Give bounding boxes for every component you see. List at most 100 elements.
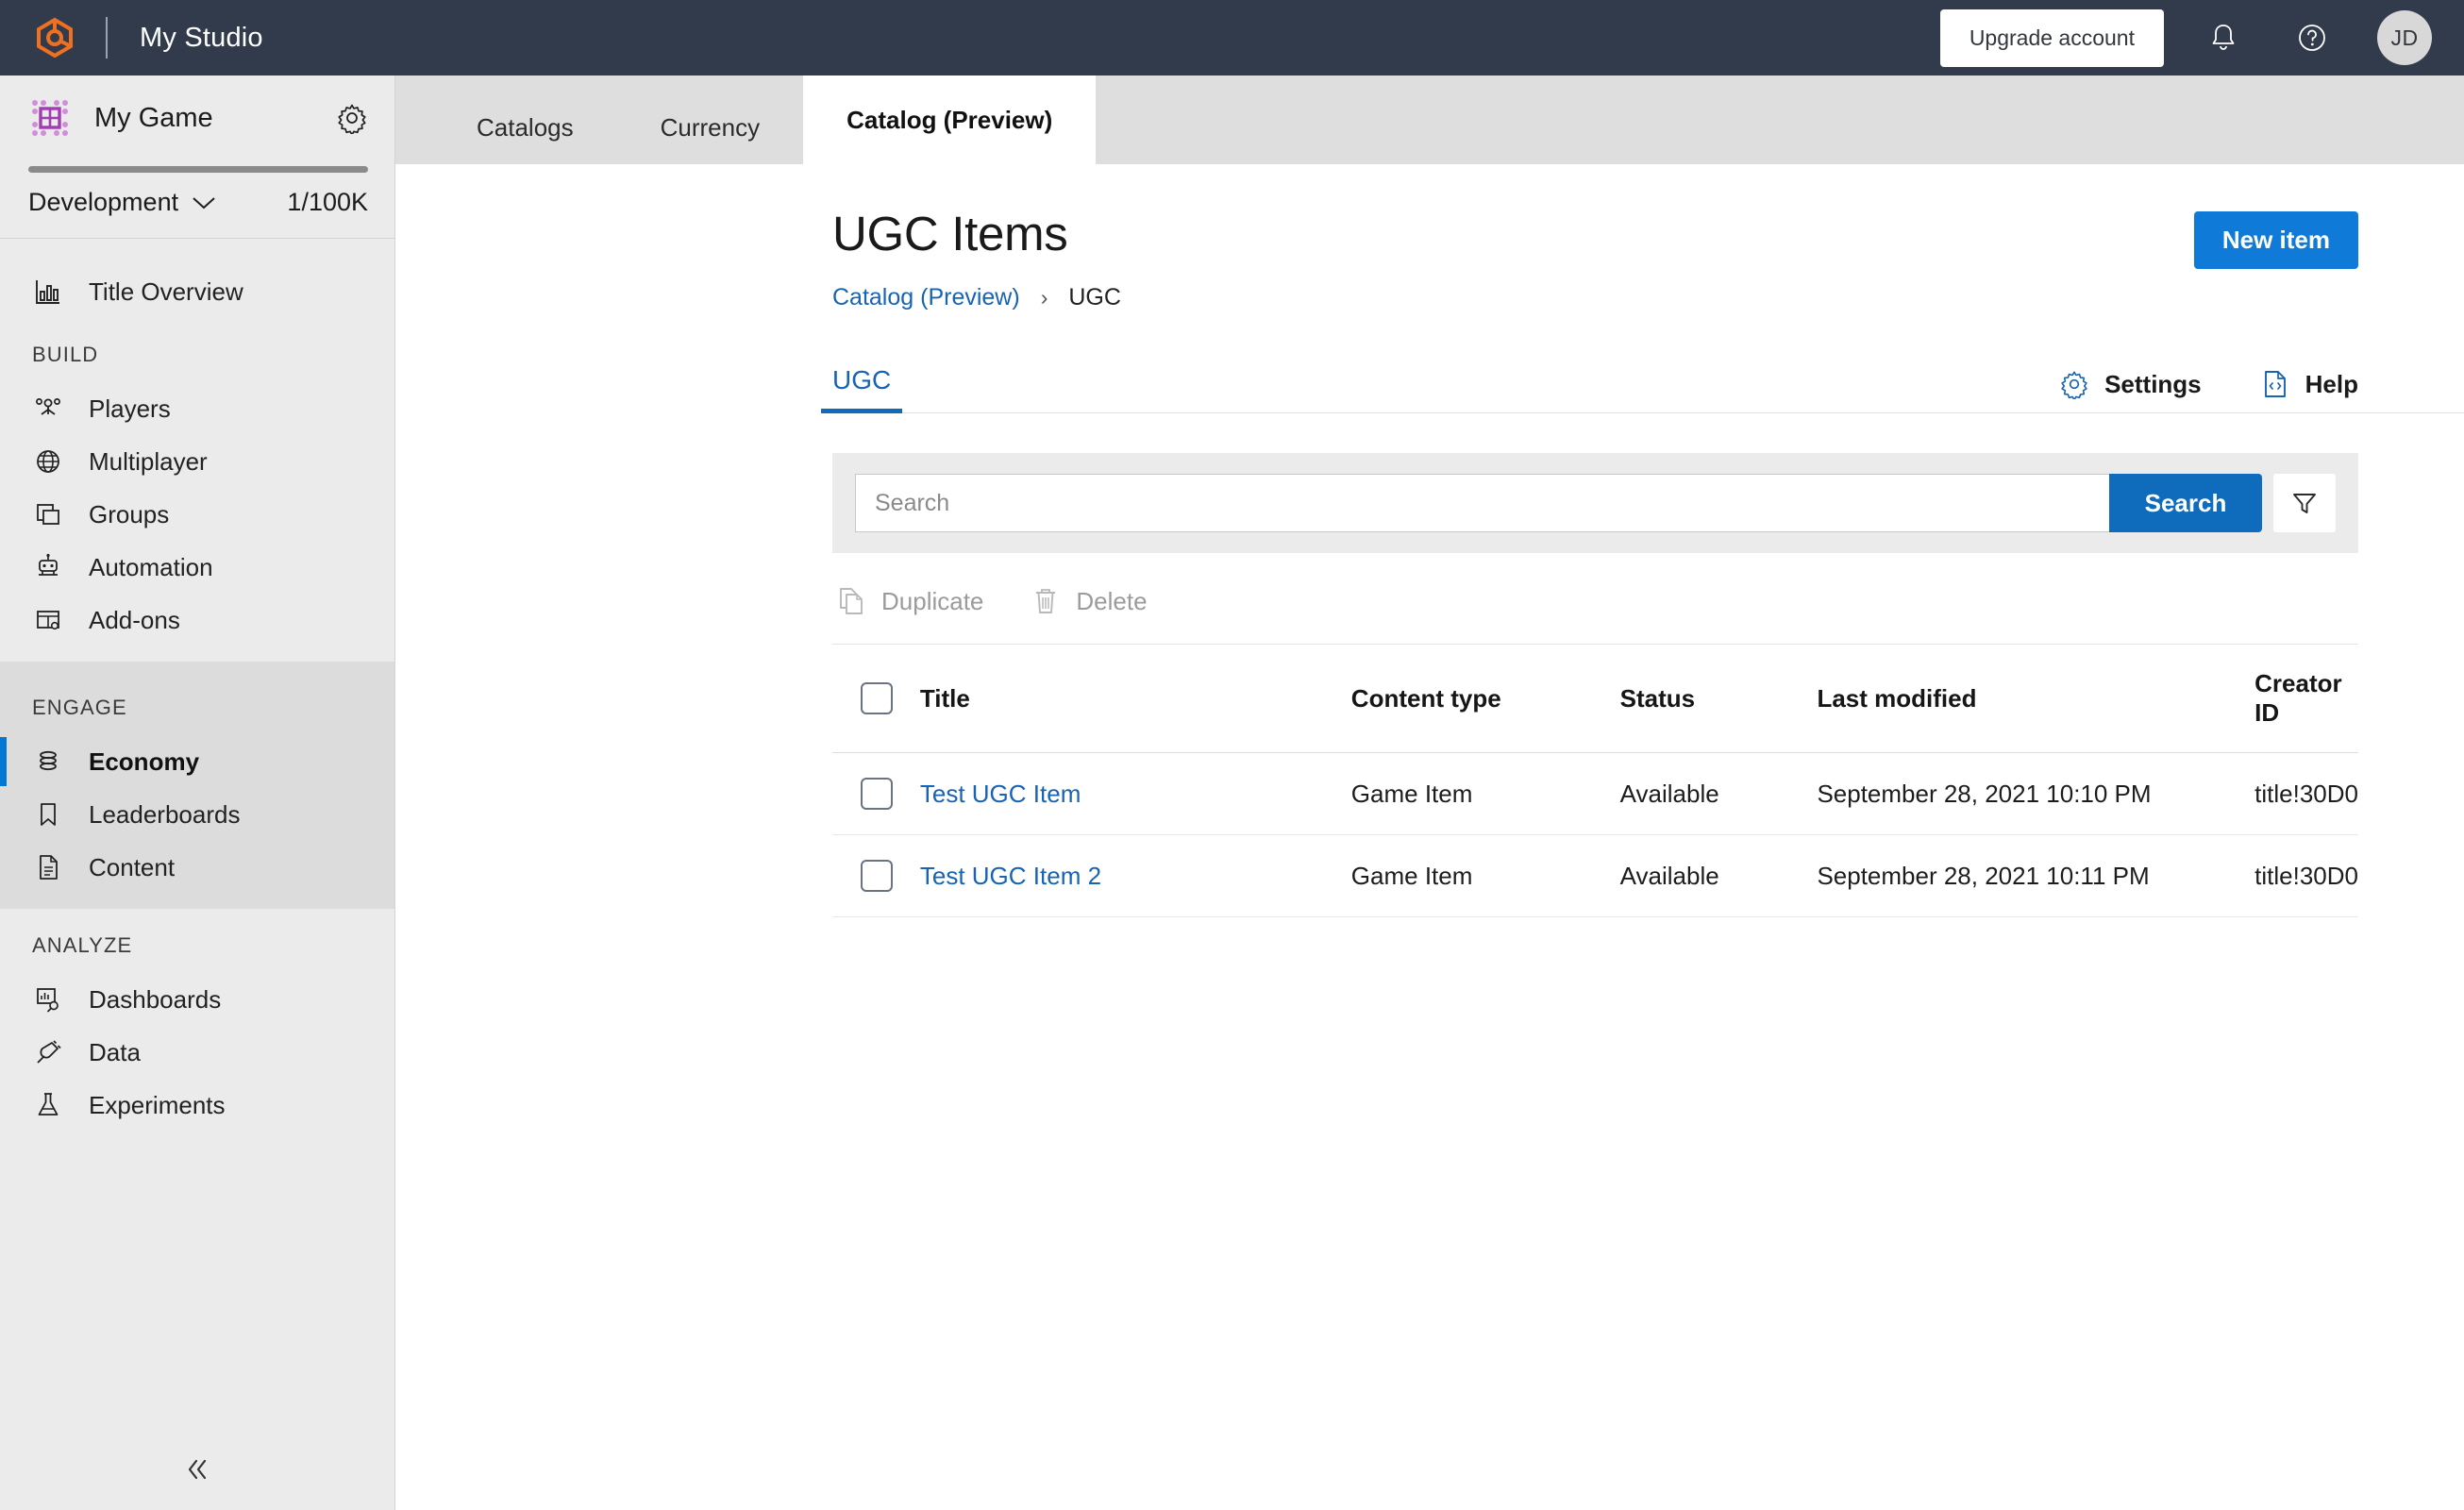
gear-icon (2059, 369, 2089, 399)
tab-catalogs[interactable]: Catalogs (433, 91, 617, 164)
studio-title: My Studio (140, 22, 263, 53)
addon-table-icon (32, 604, 64, 636)
game-name: My Game (94, 102, 213, 133)
environment-selector[interactable]: Development 1/100K (0, 173, 394, 238)
tab-ugc[interactable]: UGC (820, 365, 903, 413)
question-circle-icon[interactable] (2283, 8, 2341, 67)
duplicate-button[interactable]: Duplicate (836, 585, 983, 617)
studio-logo-icon (34, 17, 75, 59)
cell-last-modified: September 28, 2021 10:10 PM (1817, 752, 2255, 835)
sidebar-item-content[interactable]: Content (0, 841, 394, 894)
page-title: UGC Items (832, 207, 1068, 260)
game-grid-icon (28, 96, 72, 140)
game-header: My Game (0, 76, 394, 157)
sidebar-item-leaderboards[interactable]: Leaderboards (0, 788, 394, 841)
row-checkbox[interactable] (861, 778, 893, 810)
cell-creator-id: title!30D0 (2254, 834, 2358, 917)
sidebar-item-groups[interactable]: Groups (0, 488, 394, 541)
bookmark-icon (32, 798, 64, 830)
column-header-creator-id[interactable]: Creator ID (2254, 644, 2358, 753)
settings-label: Settings (2104, 369, 2202, 398)
breadcrumb-parent-link[interactable]: Catalog (Preview) (832, 284, 1020, 311)
people-icon (32, 393, 64, 425)
table-body: Test UGC Item Game Item Available Septem… (832, 752, 2358, 917)
copy-icon (836, 585, 866, 617)
sidebar-item-label: Experiments (89, 1090, 226, 1119)
sidebar-item-title-overview[interactable]: Title Overview (0, 265, 394, 318)
environment-name: Development (28, 188, 179, 216)
flask-icon (32, 1089, 64, 1121)
column-header-title[interactable]: Title (919, 644, 1351, 753)
table-header: Title Content type Status Last modified … (832, 644, 2358, 753)
table-row[interactable]: Test UGC Item 2 Game Item Available Sept… (832, 834, 2358, 917)
sidebar-item-label: Title Overview (89, 277, 243, 306)
sidebar-item-label: Economy (89, 747, 200, 776)
sidebar-item-data[interactable]: Data (0, 1026, 394, 1079)
upgrade-account-button[interactable]: Upgrade account (1939, 8, 2164, 67)
sidebar-item-label: Add-ons (89, 605, 180, 634)
sidebar-group-label: ANALYZE (32, 933, 133, 957)
trash-icon (1031, 585, 1061, 617)
sidebar: My Game Development 1/100K Title Overvie… (0, 76, 395, 1510)
tab-catalog-preview[interactable]: Catalog (Preview) (803, 76, 1097, 164)
sidebar-item-dashboards[interactable]: Dashboards (0, 973, 394, 1026)
sidebar-group-build: BUILD Players Multiplayer Groups Automat… (0, 318, 394, 650)
table-row[interactable]: Test UGC Item Game Item Available Septem… (832, 752, 2358, 835)
search-input[interactable] (855, 474, 2109, 532)
sidebar-item-label: Data (89, 1037, 141, 1066)
sidebar-item-label: Content (89, 852, 176, 881)
new-item-button[interactable]: New item (2193, 211, 2358, 269)
gear-icon[interactable] (336, 102, 368, 134)
sidebar-item-players[interactable]: Players (0, 382, 394, 435)
row-select-cell (832, 834, 920, 917)
page-header: UGC Items New item Catalog (Preview) › U… (395, 164, 2464, 311)
sidebar-item-label: Players (89, 394, 171, 423)
row-select-cell (832, 752, 920, 835)
cell-creator-id: title!30D0 (2254, 752, 2358, 835)
cell-status: Available (1619, 752, 1818, 835)
item-title-link[interactable]: Test UGC Item 2 (920, 862, 1101, 890)
ugc-items-table: Title Content type Status Last modified … (832, 644, 2358, 917)
sidebar-item-economy[interactable]: Economy (0, 735, 394, 788)
cell-title: Test UGC Item (919, 752, 1351, 835)
cell-status: Available (1619, 834, 1818, 917)
document-lines-icon (32, 851, 64, 883)
sidebar-item-label: Groups (89, 499, 170, 528)
column-header-last-modified[interactable]: Last modified (1817, 644, 2255, 753)
subtab-row: UGC Settings Help (820, 355, 2464, 413)
subtab-actions: Settings Help (2059, 369, 2358, 412)
help-button[interactable]: Help (2260, 369, 2358, 399)
brand[interactable]: My Studio (34, 17, 263, 59)
funnel-icon (2290, 489, 2319, 517)
select-all-checkbox[interactable] (861, 682, 893, 714)
robot-icon (32, 551, 64, 583)
select-all-header (832, 644, 920, 753)
sidebar-item-experiments[interactable]: Experiments (0, 1079, 394, 1132)
settings-button[interactable]: Settings (2059, 369, 2202, 399)
cell-title: Test UGC Item 2 (919, 834, 1351, 917)
sidebar-collapse-button[interactable] (0, 1455, 394, 1484)
filter-button[interactable] (2273, 474, 2336, 532)
search-panel: Search (832, 453, 2358, 553)
cell-last-modified: September 28, 2021 10:11 PM (1817, 834, 2255, 917)
sidebar-item-multiplayer[interactable]: Multiplayer (0, 435, 394, 488)
delete-label: Delete (1076, 586, 1148, 615)
sidebar-item-automation[interactable]: Automation (0, 541, 394, 594)
row-checkbox[interactable] (861, 860, 893, 892)
sidebar-item-label: Multiplayer (89, 446, 208, 476)
bell-icon[interactable] (2194, 8, 2253, 67)
column-header-content-type[interactable]: Content type (1350, 644, 1620, 753)
search-button[interactable]: Search (2109, 474, 2262, 532)
column-header-status[interactable]: Status (1619, 644, 1818, 753)
tab-currency[interactable]: Currency (617, 91, 803, 164)
avatar[interactable]: JD (2377, 10, 2432, 65)
item-title-link[interactable]: Test UGC Item (920, 780, 1081, 808)
environment-quota: 1/100K (287, 188, 368, 216)
sidebar-item-add-ons[interactable]: Add-ons (0, 594, 394, 646)
table-actions: Duplicate Delete (832, 553, 2358, 644)
chevron-down-icon[interactable] (192, 195, 216, 210)
delete-button[interactable]: Delete (1031, 585, 1148, 617)
app-body: My Game Development 1/100K Title Overvie… (0, 76, 2464, 1510)
table-header-row: Title Content type Status Last modified … (832, 644, 2358, 753)
code-document-icon (2260, 369, 2290, 399)
